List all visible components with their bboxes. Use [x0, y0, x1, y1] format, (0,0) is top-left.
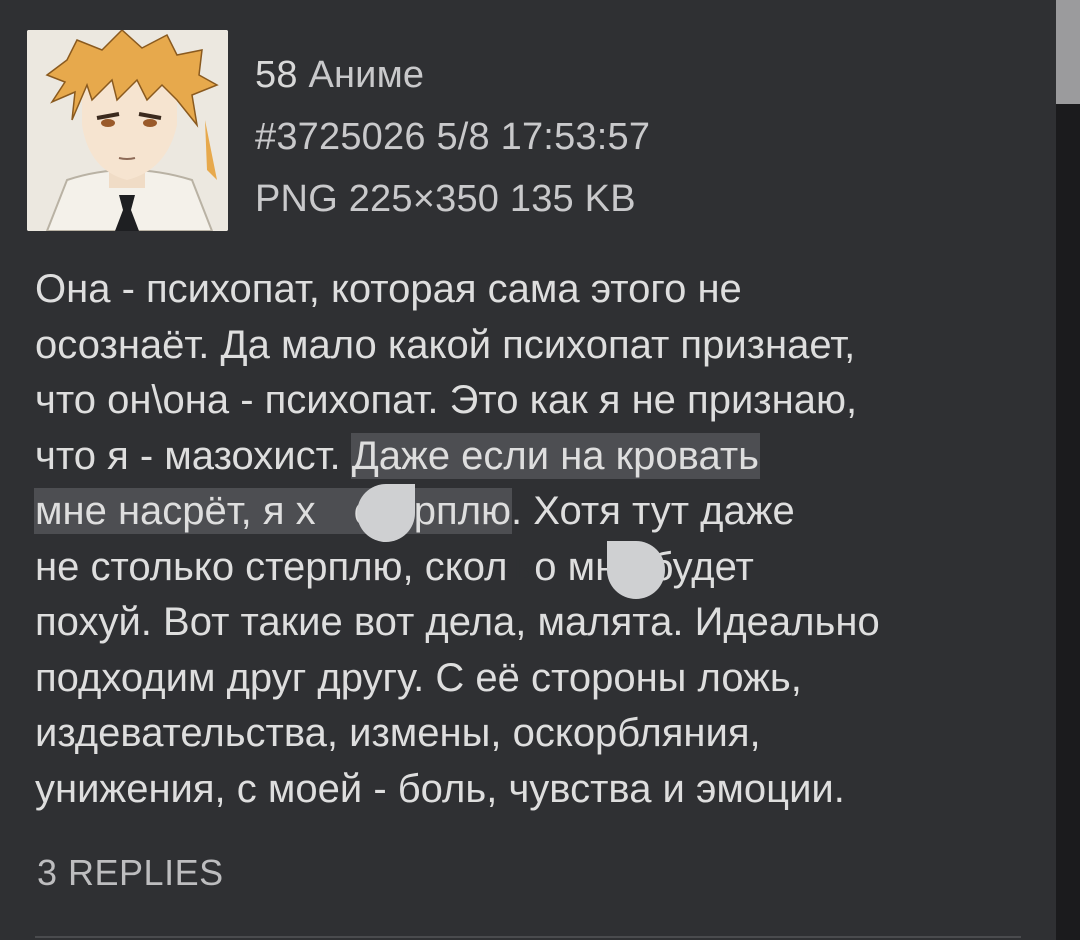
body-text-segment: не столько стерплю, скол: [35, 544, 508, 589]
scrollbar-track[interactable]: [1056, 0, 1080, 940]
body-text-segment: что я - мазохист.: [35, 433, 352, 478]
selected-text-segment: х: [295, 489, 316, 533]
body-text-segment: . Хотя тут даже: [511, 489, 795, 533]
body-line: Она - психопат, которая сама этого не: [35, 267, 742, 311]
body-line: осознаёт. Да мало какой психопат признае…: [35, 322, 856, 367]
post-meta: 58 Аниме #3725026 5/8 17:53:57 PNG 225×3…: [255, 44, 650, 230]
body-line: что он\она - психопат. Это как я не приз…: [35, 378, 858, 422]
post-header-line: 58 Аниме: [255, 44, 650, 106]
body-line: подходим друг другу. С её стороны ложь,: [35, 655, 802, 700]
file-dimensions: 225×350: [348, 178, 500, 220]
selection-start-handle-icon[interactable]: [357, 484, 415, 542]
post-card: 58 Аниме #3725026 5/8 17:53:57 PNG 225×3…: [0, 0, 1056, 940]
body-line: издевательства, измены, оскорбляния,: [35, 711, 761, 755]
selection-end-handle-icon[interactable]: [607, 541, 665, 599]
selected-text[interactable]: Даже если на кровать: [351, 433, 759, 478]
body-text-segment: ь: [513, 544, 535, 589]
post-thumbnail[interactable]: [27, 30, 228, 231]
body-line: мне насрёт, я х стерплю. Хотя тут даже: [35, 484, 1045, 540]
board-name[interactable]: Аниме: [308, 54, 424, 96]
post-divider: [35, 936, 1021, 938]
post-number: 58: [255, 54, 298, 96]
body-text-segment: о: [534, 544, 557, 589]
body-line: унижения, с моей - боль, чувства и эмоци…: [35, 766, 845, 811]
replies-link[interactable]: 3 REPLIES: [37, 852, 224, 894]
post-date: 5/8: [436, 116, 490, 158]
body-line: похуй. Вот такие вот дела, малята. Идеал…: [35, 600, 880, 644]
post-id[interactable]: #3725026: [255, 116, 426, 158]
post-body[interactable]: Она - психопат, которая сама этого не ос…: [35, 262, 1045, 817]
post-id-line: #3725026 5/8 17:53:57: [255, 106, 650, 168]
selected-text[interactable]: мне насрёт, я х стерплю: [35, 489, 512, 533]
body-line: что я - мазохист. Даже если на кровать: [35, 429, 1045, 485]
body-line: не столько стерплю, скол ьо мне будет: [35, 540, 1045, 596]
selected-text-segment: мне насрёт, я: [35, 489, 296, 533]
post-time: 17:53:57: [500, 116, 651, 158]
anime-character-avatar-icon: [27, 30, 228, 231]
file-size: 135 KB: [509, 178, 636, 220]
file-info-line: PNG 225×350 135 KB: [255, 168, 650, 230]
file-type: PNG: [255, 178, 338, 220]
scrollbar-thumb[interactable]: [1056, 0, 1080, 104]
